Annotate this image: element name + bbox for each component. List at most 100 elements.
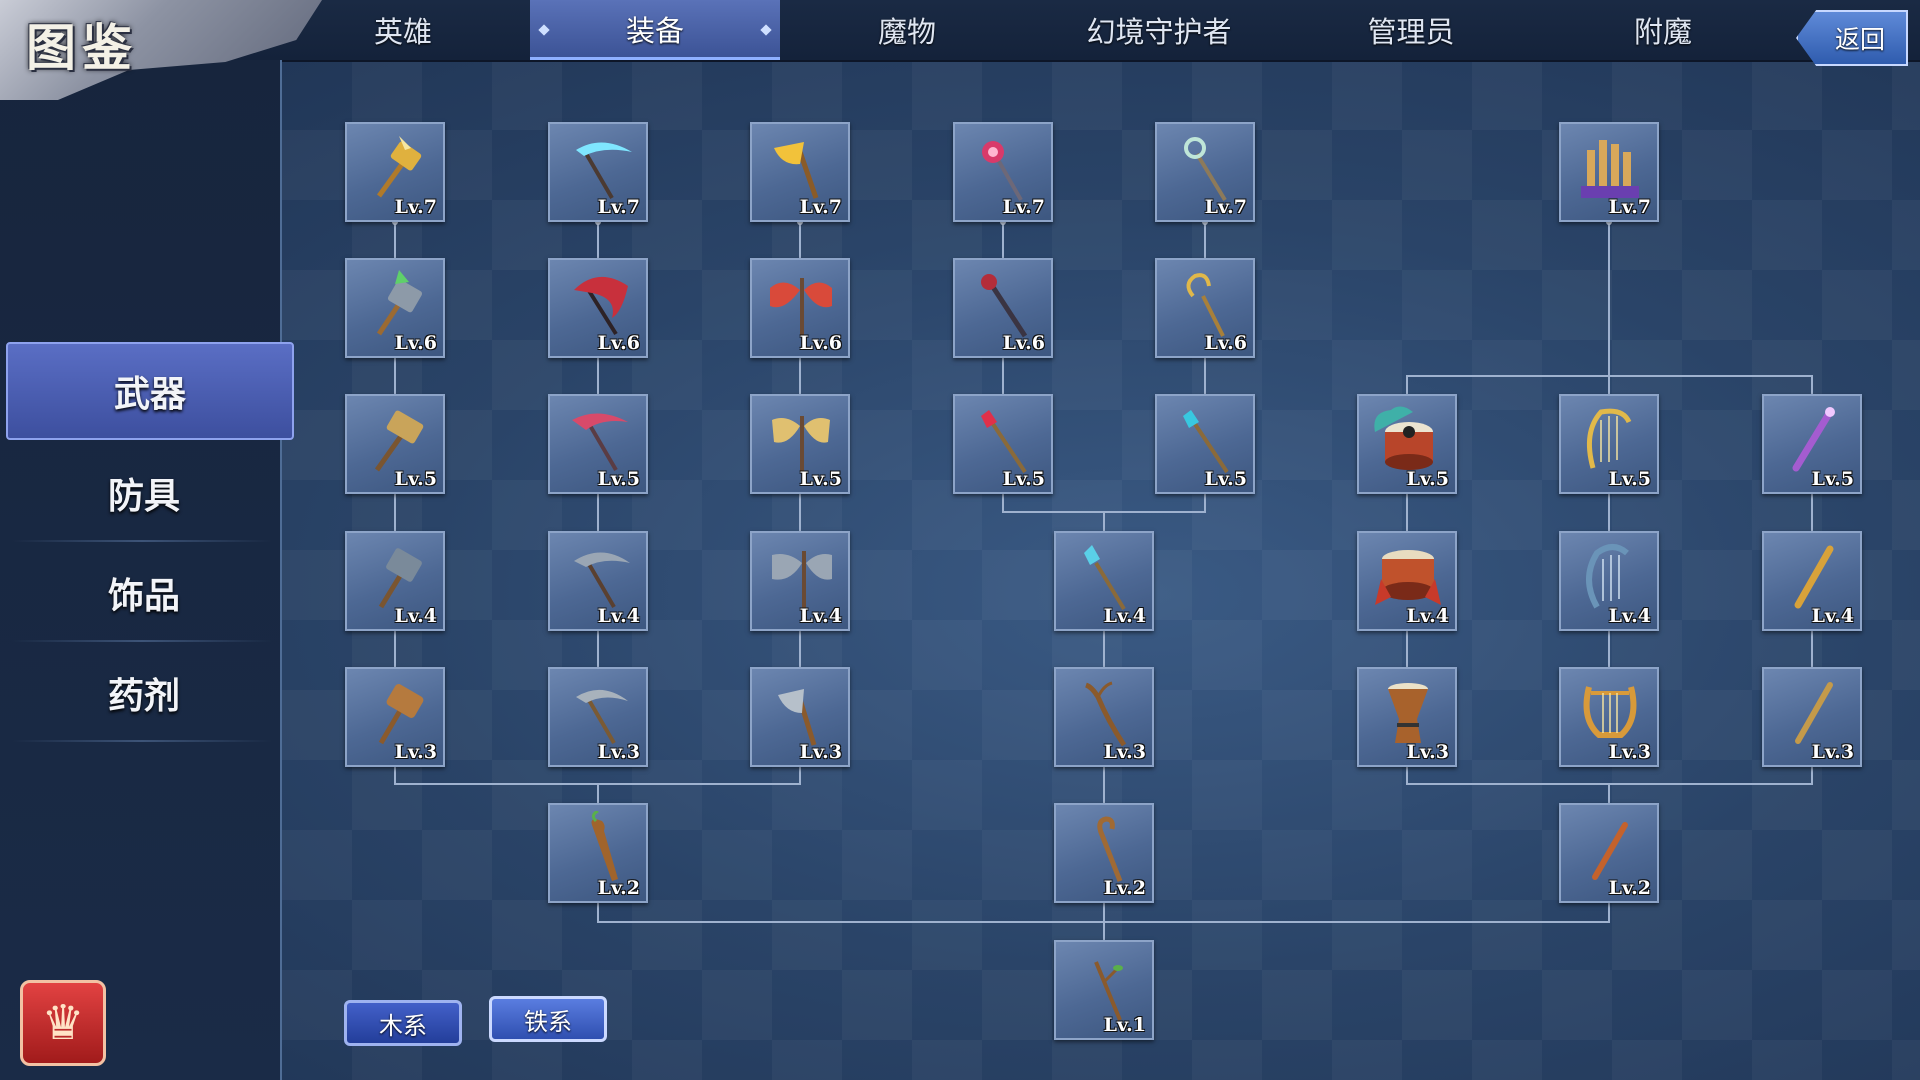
item-level: Lv.7 [1204,196,1247,218]
page-title: 图鉴 [26,18,138,77]
item-card[interactable]: Lv.2 [1054,803,1154,903]
tab-label: 英雄 [373,15,432,49]
item-card[interactable]: Lv.7 [345,122,445,222]
sidebar-item-weapons[interactable]: 武器 [6,342,294,440]
golden-harp-icon [1586,408,1632,469]
tab-equipment[interactable]: 装备 [530,0,780,60]
item-card[interactable]: Lv.3 [1762,667,1862,767]
sidebar-item-label: 武器 [113,373,186,415]
trophy-button[interactable]: ♛ [20,980,106,1066]
item-level: Lv.4 [394,605,437,627]
item-card[interactable]: Lv.4 [548,531,648,631]
sidebar-item-armor[interactable]: 防具 [6,444,282,542]
tab-label: 装备 [625,13,684,48]
sidebar-item-label: 药剂 [107,675,180,717]
item-card[interactable]: Lv.5 [548,394,648,494]
item-level: Lv.4 [1406,605,1449,627]
item-card[interactable]: Lv.5 [1155,394,1255,494]
tab-administrators[interactable]: 管理员 [1286,0,1536,60]
pipe-organ-icon [1581,140,1639,198]
item-card[interactable]: Lv.7 [953,122,1053,222]
item-level: Lv.2 [1103,877,1146,899]
sidebar-item-accessories[interactable]: 饰品 [6,544,282,642]
item-level: Lv.7 [597,196,640,218]
item-card[interactable]: Lv.4 [1357,531,1457,631]
tab-label: 附魔 [1633,15,1692,49]
item-card[interactable]: Lv.3 [1559,667,1659,767]
sidebar-item-potions[interactable]: 药剂 [6,644,282,742]
frost-scythe-icon [576,142,632,200]
sapphire-wand-icon [1183,410,1229,474]
golden-winged-hammer-icon [376,136,422,198]
item-card[interactable]: Lv.6 [345,258,445,358]
item-card[interactable]: Lv.2 [1559,803,1659,903]
item-card[interactable]: Lv.7 [1155,122,1255,222]
item-card[interactable]: Lv.6 [750,258,850,358]
item-card[interactable]: Lv.2 [548,803,648,903]
item-card[interactable]: Lv.4 [345,531,445,631]
tab-monsters[interactable]: 魔物 [782,0,1032,60]
item-card[interactable]: Lv.3 [1357,667,1457,767]
item-card[interactable]: Lv.5 [750,394,850,494]
coiled-staff-icon [1186,273,1225,337]
item-level: Lv.4 [1608,605,1651,627]
item-level: Lv.4 [1811,605,1854,627]
item-card[interactable]: Lv.4 [1054,531,1154,631]
item-card[interactable]: Lv.3 [750,667,850,767]
back-label: 返回 [1834,25,1885,54]
item-card[interactable]: Lv.4 [1762,531,1862,631]
item-card[interactable]: Lv.6 [548,258,648,358]
wood-series-button[interactable]: 木系 [344,1000,462,1046]
item-card[interactable]: Lv.3 [1054,667,1154,767]
war-drum-icon [1375,550,1441,605]
item-card[interactable]: Lv.5 [1357,394,1457,494]
item-card[interactable]: Lv.7 [750,122,850,222]
item-level: Lv.5 [597,468,640,490]
item-card[interactable]: Lv.6 [1155,258,1255,358]
crimson-scythe-icon [574,276,628,336]
iron-series-label: 铁系 [524,1007,572,1036]
item-level: Lv.5 [1406,468,1449,490]
item-card[interactable]: Lv.6 [953,258,1053,358]
sickle-icon [576,689,628,745]
crystal-hammer-icon [376,270,423,336]
item-card[interactable]: Lv.7 [548,122,648,222]
trophy-icon: ♛ [41,995,85,1051]
item-card[interactable]: Lv.3 [345,667,445,767]
violet-flute-icon [1792,407,1835,472]
red-scythe-icon [572,413,628,472]
item-card[interactable]: Lv.7 [1559,122,1659,222]
item-card[interactable]: Lv.1 [1054,940,1154,1040]
golden-axe-icon [774,142,819,199]
item-card[interactable]: Lv.5 [1762,394,1862,494]
taiji-drum-icon [1374,406,1433,470]
item-card[interactable]: Lv.3 [548,667,648,767]
item-level: Lv.3 [1811,741,1854,763]
back-button[interactable]: 返回 [1796,10,1908,66]
item-level: Lv.5 [799,468,842,490]
item-level: Lv.7 [394,196,437,218]
item-level: Lv.3 [799,741,842,763]
item-level: Lv.6 [1204,332,1247,354]
item-card[interactable]: Lv.4 [750,531,850,631]
item-level: Lv.7 [1002,196,1045,218]
item-level: Lv.5 [1002,468,1045,490]
item-level: Lv.7 [799,196,842,218]
item-level: Lv.3 [1608,741,1651,763]
tab-enchant[interactable]: 附魔 [1538,0,1788,60]
lyre-icon [1583,686,1637,738]
item-level: Lv.3 [1103,741,1146,763]
item-level: Lv.3 [394,741,437,763]
item-card[interactable]: Lv.5 [345,394,445,494]
iron-series-button[interactable]: 铁系 [489,996,607,1042]
iron-hammer-icon [378,548,422,609]
item-card[interactable]: Lv.5 [953,394,1053,494]
dark-staff-icon [981,274,1028,338]
item-level: Lv.6 [394,332,437,354]
divider [12,740,272,742]
item-level: Lv.1 [1103,1014,1146,1036]
battle-axe-icon [772,551,832,609]
tab-illusion-guardians[interactable]: 幻境守护者 [1034,0,1284,60]
item-card[interactable]: Lv.4 [1559,531,1659,631]
item-card[interactable]: Lv.5 [1559,394,1659,494]
